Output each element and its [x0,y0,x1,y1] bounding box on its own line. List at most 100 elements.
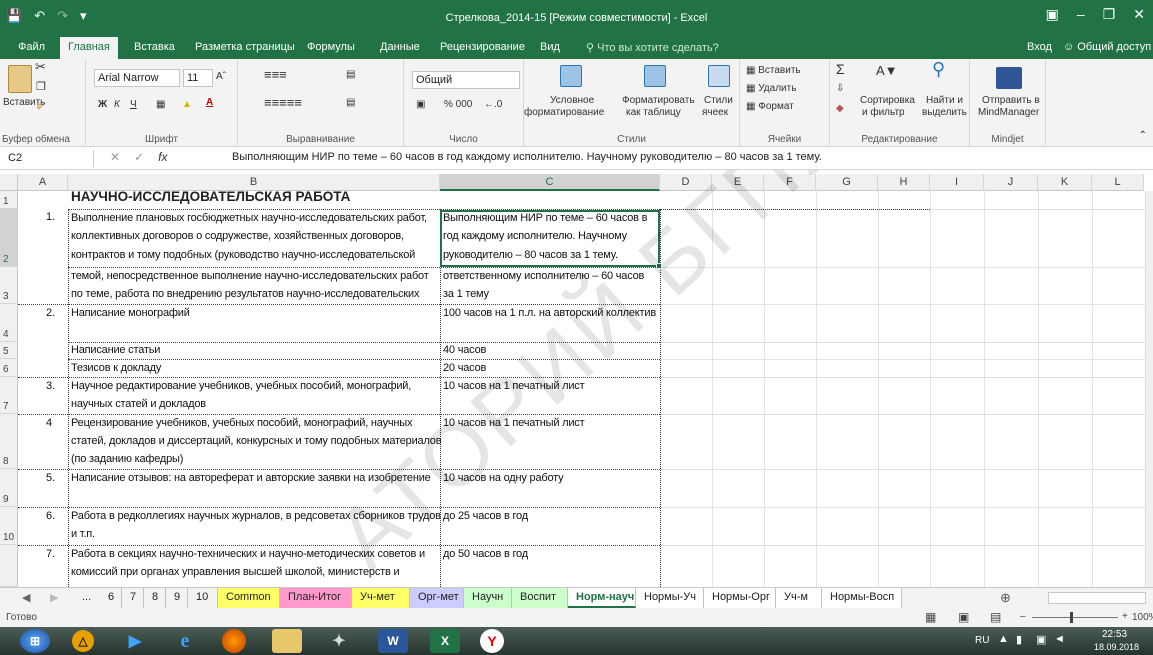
cell-styles-button[interactable]: Стили [704,95,733,107]
restore-button[interactable]: ❐ [1103,6,1116,23]
zoom-level[interactable]: 100% [1132,612,1153,623]
cell-b7-line1[interactable]: Научное редактирование учебников, учебны… [71,378,411,396]
formula-input[interactable]: Выполняющим НИР по теме – 60 часов в год… [232,151,822,163]
word-icon[interactable]: W [378,629,408,653]
wrap-text-icon[interactable]: ▤ [346,69,355,81]
item-number[interactable]: 6. [46,510,55,522]
cell-c5[interactable]: 40 часов [443,342,486,360]
scroll-tabs-left-icon[interactable]: ◀ [22,591,30,604]
row-header-3[interactable]: 3 [0,267,18,304]
clock-date[interactable]: 18.09.2018 [1094,642,1139,652]
tray-arrow-icon[interactable]: ▲ [998,633,1009,645]
cut-icon[interactable]: ✂ [35,60,46,73]
worksheet-grid[interactable]: A B C D E F G H I J K L 1 2 3 4 5 6 7 8 … [0,170,1153,587]
cell-c9[interactable]: 10 часов на одну работу [443,470,564,488]
tool-icon[interactable]: ✦ [324,629,354,653]
select-all-corner[interactable] [0,174,18,191]
sheet-tab[interactable]: 6 [100,588,122,608]
horizontal-scrollbar[interactable] [1048,592,1146,604]
row-header-10[interactable]: 10 [0,507,18,545]
internet-explorer-icon[interactable]: e [170,629,200,653]
row-header-8[interactable]: 8 [0,414,18,469]
percent-button[interactable]: % 000 [444,99,472,111]
format-cells-button[interactable]: ▦ Формат [746,101,794,113]
sheet-tab[interactable]: Научн [464,588,512,608]
row-header-7[interactable]: 7 [0,377,18,414]
cell-b3-line1[interactable]: темой, непосредственное выполнение научн… [71,268,429,286]
windows-media-icon[interactable]: ▶ [120,629,150,653]
col-header-l[interactable]: L [1092,174,1144,191]
cell-b5[interactable]: Написание статьи [71,342,160,360]
tab-file[interactable]: Файл [18,41,45,53]
sheet-tab[interactable]: План-Итог [280,588,352,608]
clear-icon[interactable]: ◆ [836,103,844,115]
zoom-in-icon[interactable]: + [1122,611,1128,622]
font-size-box[interactable]: 11 [183,69,213,87]
conditional-format-button[interactable]: Условное [550,95,594,107]
cell-b11-line2[interactable]: комиссий при органах управления высшей ш… [71,564,400,582]
insert-function-icon[interactable]: fx [158,150,167,164]
item-number[interactable]: 4 [46,417,52,429]
sign-in-link[interactable]: Вход [1027,41,1052,53]
col-header-f[interactable]: F [764,174,816,191]
font-name-box[interactable]: Arial Narrow [94,69,180,87]
network-icon[interactable]: ▮ [1016,633,1022,646]
yandex-browser-icon[interactable]: Y [480,629,504,653]
sheet-tab[interactable]: Нормы-Уч [636,588,704,608]
row-header-9[interactable]: 9 [0,469,18,507]
decimal-icon[interactable]: ←.0 [484,99,502,111]
cell-b9[interactable]: Написание отзывов: на автореферат и авто… [71,470,431,488]
col-header-c[interactable]: C [440,174,660,191]
italic-button[interactable]: К [114,99,120,111]
cell-b7-line2[interactable]: научных статей и докладов [71,396,206,414]
cell-c3-line1[interactable]: ответственному исполнителю – 60 часов [443,268,644,286]
sheet-tab[interactable]: Уч-м [776,588,822,608]
borders-icon[interactable]: ▦ [156,99,165,111]
cell-b10-line2[interactable]: и т.п. [71,526,95,544]
col-header-i[interactable]: I [930,174,984,191]
send-mindmanager-button[interactable]: Отправить в [982,95,1040,107]
item-number[interactable]: 7. [46,548,55,560]
cell-c10[interactable]: до 25 часов в год [443,508,528,526]
start-button[interactable]: ⊞ [20,629,50,653]
format-painter-icon[interactable]: ✐ [36,101,45,113]
tab-insert[interactable]: Вставка [134,41,175,53]
tab-data[interactable]: Данные [380,41,420,53]
font-color-icon[interactable]: A [206,97,213,109]
sheet-tab[interactable]: Воспит [512,588,568,608]
find-select-button[interactable]: Найти и [926,95,963,107]
cell-b8-line2[interactable]: статей, докладов и диссертаций, конкурсн… [71,433,442,451]
sheet-heading[interactable]: НАУЧНО-ИССЛЕДОВАТЕЛЬСКАЯ РАБОТА [71,189,350,204]
col-header-d[interactable]: D [660,174,712,191]
delete-cells-button[interactable]: ▦ Удалить [746,83,796,95]
cell-b8-line1[interactable]: Рецензирование учебников, учебных пособи… [71,415,412,433]
merge-center-icon[interactable]: ▤ [346,97,355,109]
file-explorer-icon[interactable] [272,629,302,653]
zoom-out-icon[interactable]: – [1020,611,1026,622]
col-header-a[interactable]: A [18,174,68,191]
cell-b11-line1[interactable]: Работа в секциях научно-технических и на… [71,546,425,564]
sheet-tab[interactable]: Нормы-Восп [822,588,902,608]
cell-c8[interactable]: 10 часов на 1 печатный лист [443,415,585,433]
share-button[interactable]: ☺ Общий доступ [1063,41,1151,53]
sheet-tab[interactable]: Common [218,588,280,608]
paste-icon[interactable] [8,65,32,93]
normal-view-icon[interactable]: ▦ [925,610,936,624]
fill-handle[interactable] [656,263,662,269]
bold-button[interactable]: Ж [98,99,107,111]
row-header-4[interactable]: 4 [0,304,18,342]
align-top-icon[interactable]: ≡≡≡ [264,68,287,81]
sheet-tab[interactable]: Нормы-Орг [704,588,776,608]
scroll-tabs-right-icon[interactable]: ▶ [50,591,58,604]
close-button[interactable]: ✕ [1133,6,1145,23]
sort-filter-button[interactable]: Сортировка [860,95,915,107]
display-icon[interactable]: ▣ [1036,633,1046,646]
cell-b10-line1[interactable]: Работа в редколлегиях научных журналов, … [71,508,441,526]
format-table-button[interactable]: Форматировать [622,95,695,107]
name-box[interactable]: C2 [4,150,94,167]
fill-color-icon[interactable]: ▲ [182,99,192,111]
row-header-5[interactable]: 5 [0,342,18,359]
cell-c4[interactable]: 100 часов на 1 п.л. на авторский коллект… [443,305,656,323]
tab-formulas[interactable]: Формулы [307,41,355,53]
page-layout-icon[interactable]: ▣ [958,610,969,624]
